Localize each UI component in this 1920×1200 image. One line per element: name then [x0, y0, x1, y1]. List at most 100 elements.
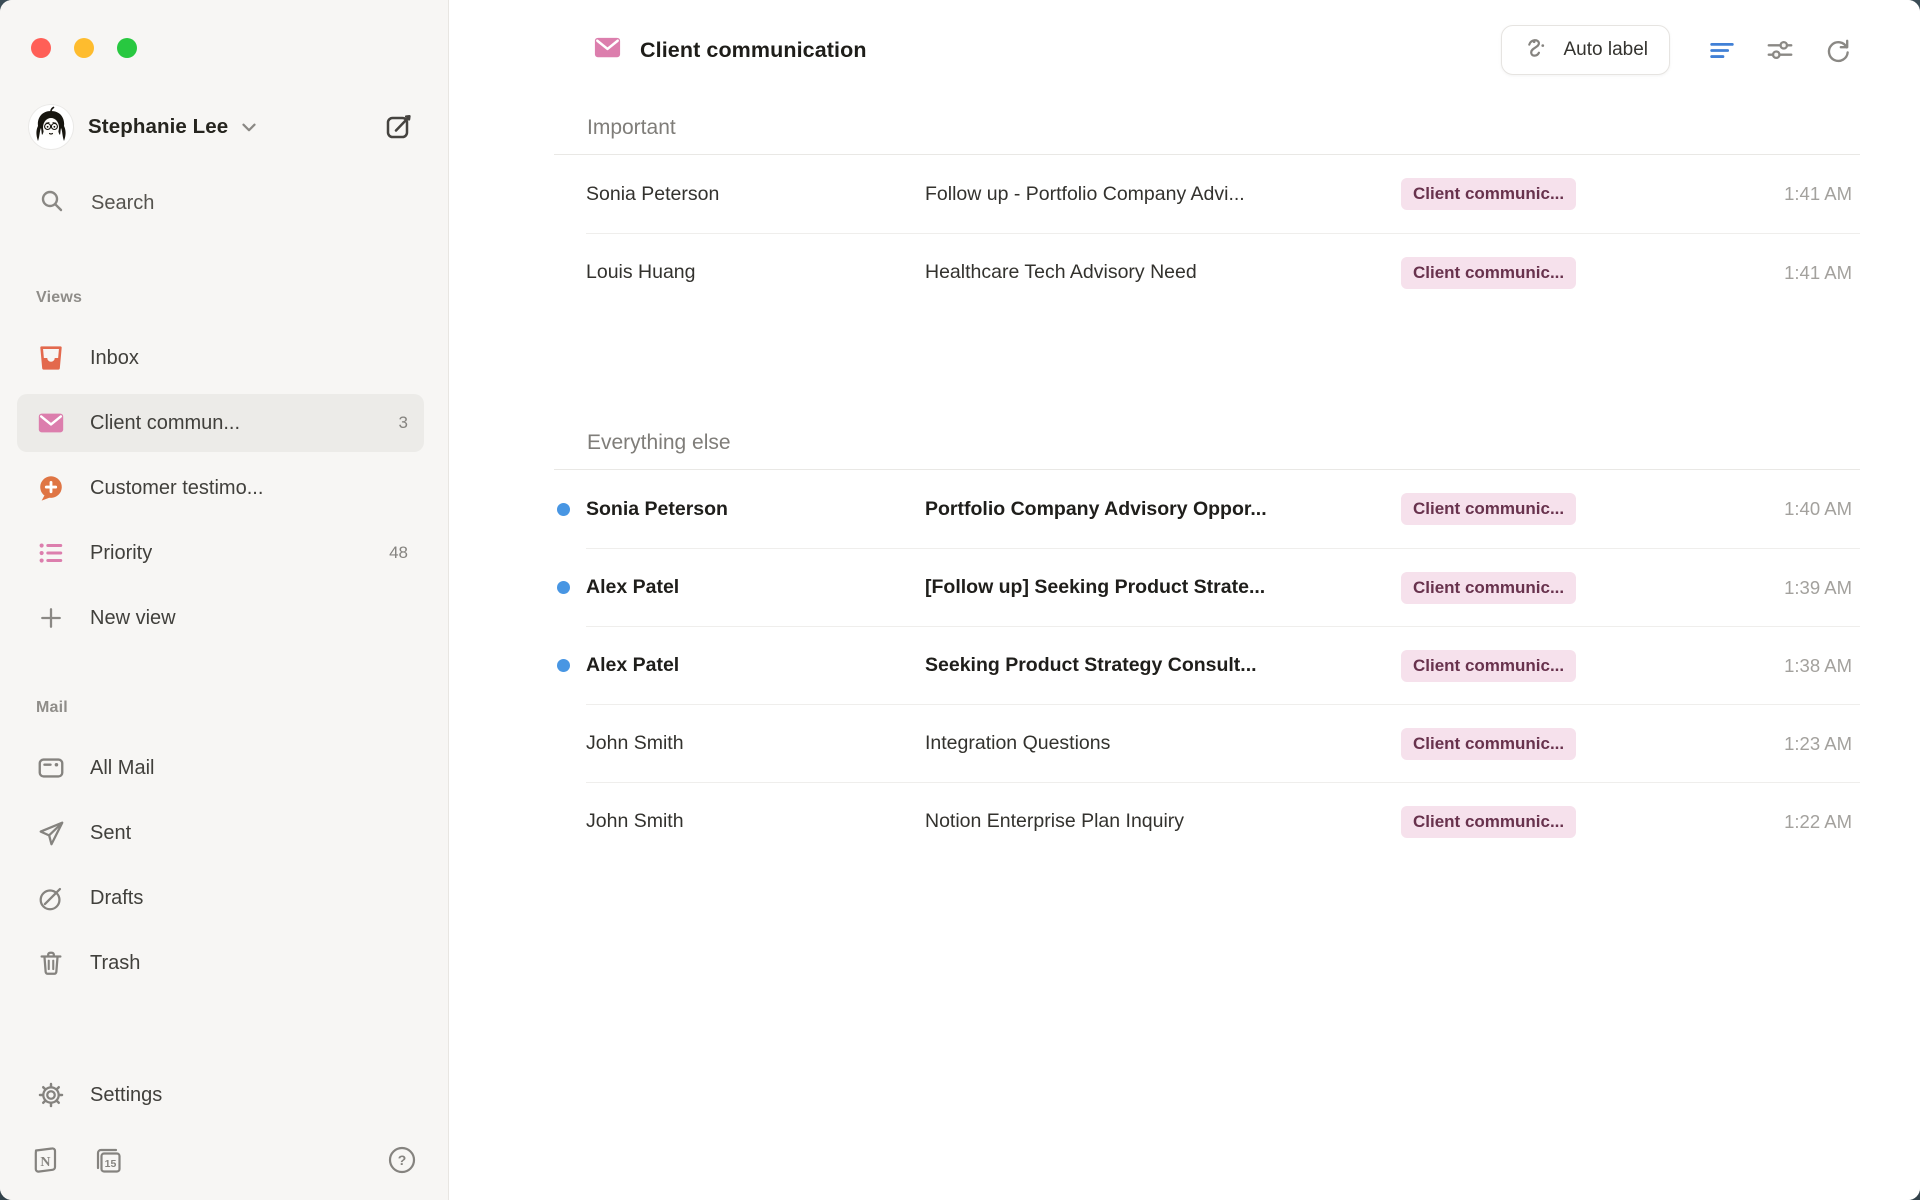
window-controls [0, 38, 448, 58]
filter-icon[interactable] [1700, 28, 1744, 72]
views-list: Inbox Client commun... 3 [0, 329, 448, 647]
email-sections: Important Sonia Peterson Follow up - Por… [554, 100, 1860, 860]
email-sender: Alex Patel [586, 576, 925, 599]
trash-icon [36, 948, 66, 978]
plus-icon [36, 603, 66, 633]
sidebar-item-all-mail[interactable]: All Mail [17, 739, 424, 797]
unread-dot-icon [557, 581, 570, 594]
zoom-window-button[interactable] [117, 38, 137, 58]
send-icon [36, 818, 66, 848]
label-badge[interactable]: Client communic... [1401, 493, 1576, 525]
avatar [29, 105, 73, 149]
label-badge[interactable]: Client communic... [1401, 572, 1576, 604]
email-time: 1:41 AM [1576, 183, 1860, 205]
drafts-icon [36, 883, 66, 913]
auto-label-text: Auto label [1563, 39, 1648, 61]
email-sender: Louis Huang [586, 261, 925, 284]
email-row[interactable]: John Smith Integration Questions Client … [554, 704, 1860, 782]
sidebar-item-settings[interactable]: Settings [17, 1066, 424, 1124]
email-row[interactable]: Sonia Peterson Portfolio Company Advisor… [554, 470, 1860, 548]
app-window: Stephanie Lee Search Views [0, 0, 1920, 1200]
email-subject: Healthcare Tech Advisory Need [925, 261, 1401, 284]
header-actions: Auto label [1501, 25, 1860, 75]
user-name: Stephanie Lee [88, 115, 228, 139]
settings-list: Settings [0, 1066, 448, 1124]
label-badge[interactable]: Client communic... [1401, 728, 1576, 760]
email-time: 1:23 AM [1576, 733, 1860, 755]
calendar-day: 15 [105, 1158, 117, 1170]
sidebar-item-drafts[interactable]: Drafts [17, 869, 424, 927]
mail-label-icon [36, 408, 66, 438]
email-subject: Notion Enterprise Plan Inquiry [925, 810, 1401, 833]
help-icon[interactable]: ? [386, 1144, 418, 1176]
auto-label-icon [1523, 34, 1550, 67]
email-row[interactable]: John Smith Notion Enterprise Plan Inquir… [554, 782, 1860, 860]
sidebar-spacer [0, 992, 448, 1044]
inbox-icon [36, 343, 66, 373]
view-title-group: Client communication [554, 32, 867, 68]
page-title: Client communication [640, 38, 867, 63]
unread-dot-icon [557, 503, 570, 516]
label-badge[interactable]: Client communic... [1401, 650, 1576, 682]
notion-logo-icon[interactable]: N [29, 1144, 61, 1176]
sidebar: Stephanie Lee Search Views [0, 0, 449, 1200]
close-window-button[interactable] [31, 38, 51, 58]
email-row[interactable]: Sonia Peterson Follow up - Portfolio Com… [554, 155, 1860, 233]
email-subject: Portfolio Company Advisory Oppor... [925, 498, 1401, 521]
label-badge[interactable]: Client communic... [1401, 257, 1576, 289]
unread-dot-icon [557, 659, 570, 672]
refresh-icon[interactable] [1816, 28, 1860, 72]
email-time: 1:38 AM [1576, 655, 1860, 677]
sidebar-item-client-communication[interactable]: Client commun... 3 [17, 394, 424, 452]
sidebar-item-new-view[interactable]: New view [17, 589, 424, 647]
email-row[interactable]: Alex Patel Seeking Product Strategy Cons… [554, 626, 1860, 704]
email-time: 1:40 AM [1576, 498, 1860, 520]
section-label-views: Views [36, 289, 424, 307]
email-sender: Alex Patel [586, 654, 925, 677]
email-subject: Integration Questions [925, 732, 1401, 755]
sliders-icon[interactable] [1758, 28, 1802, 72]
sidebar-footer: N 15 ? [29, 1138, 418, 1182]
search-icon [39, 188, 65, 219]
main-panel: Client communication Auto label [449, 0, 1920, 1200]
sidebar-item-customer-testimonials[interactable]: Customer testimo... [17, 459, 424, 517]
minimize-window-button[interactable] [74, 38, 94, 58]
email-sender: John Smith [586, 732, 925, 755]
email-subject: [Follow up] Seeking Product Strate... [925, 576, 1401, 599]
account-switcher[interactable]: Stephanie Lee [29, 103, 418, 151]
search-input[interactable]: Search [17, 181, 424, 225]
email-subject: Follow up - Portfolio Company Advi... [925, 183, 1401, 206]
section-rows: Sonia Peterson Portfolio Company Advisor… [554, 470, 1860, 860]
section-label-mail: Mail [36, 699, 424, 717]
section-rows: Sonia Peterson Follow up - Portfolio Com… [554, 155, 1860, 311]
label-badge[interactable]: Client communic... [1401, 178, 1576, 210]
mail-label-icon [592, 32, 623, 68]
label-badge[interactable]: Client communic... [1401, 806, 1576, 838]
auto-label-button[interactable]: Auto label [1501, 25, 1670, 75]
unread-count-badge: 3 [399, 413, 408, 433]
sidebar-item-inbox[interactable]: Inbox [17, 329, 424, 387]
all-mail-icon [36, 753, 66, 783]
email-subject: Seeking Product Strategy Consult... [925, 654, 1401, 677]
sidebar-item-trash[interactable]: Trash [17, 934, 424, 992]
sidebar-item-sent[interactable]: Sent [17, 804, 424, 862]
chevron-down-icon [238, 116, 260, 138]
email-time: 1:41 AM [1576, 262, 1860, 284]
email-section: Important Sonia Peterson Follow up - Por… [554, 100, 1860, 311]
sidebar-item-priority[interactable]: Priority 48 [17, 524, 424, 582]
email-sender: Sonia Peterson [586, 183, 925, 206]
section-title: Important [554, 100, 1860, 155]
email-section: Everything else Sonia Peterson Portfolio… [554, 415, 1860, 860]
section-title: Everything else [554, 415, 1860, 470]
email-row[interactable]: Louis Huang Healthcare Tech Advisory Nee… [554, 233, 1860, 311]
gear-icon [36, 1080, 66, 1110]
chat-plus-icon [36, 473, 66, 503]
calendar-icon[interactable]: 15 [92, 1144, 124, 1176]
svg-text:?: ? [398, 1152, 407, 1168]
search-placeholder: Search [91, 192, 154, 215]
email-sender: Sonia Peterson [586, 498, 925, 521]
email-row[interactable]: Alex Patel [Follow up] Seeking Product S… [554, 548, 1860, 626]
mail-list: All Mail Sent Drafts [0, 739, 448, 992]
priority-list-icon [36, 538, 66, 568]
compose-button[interactable] [380, 108, 418, 146]
